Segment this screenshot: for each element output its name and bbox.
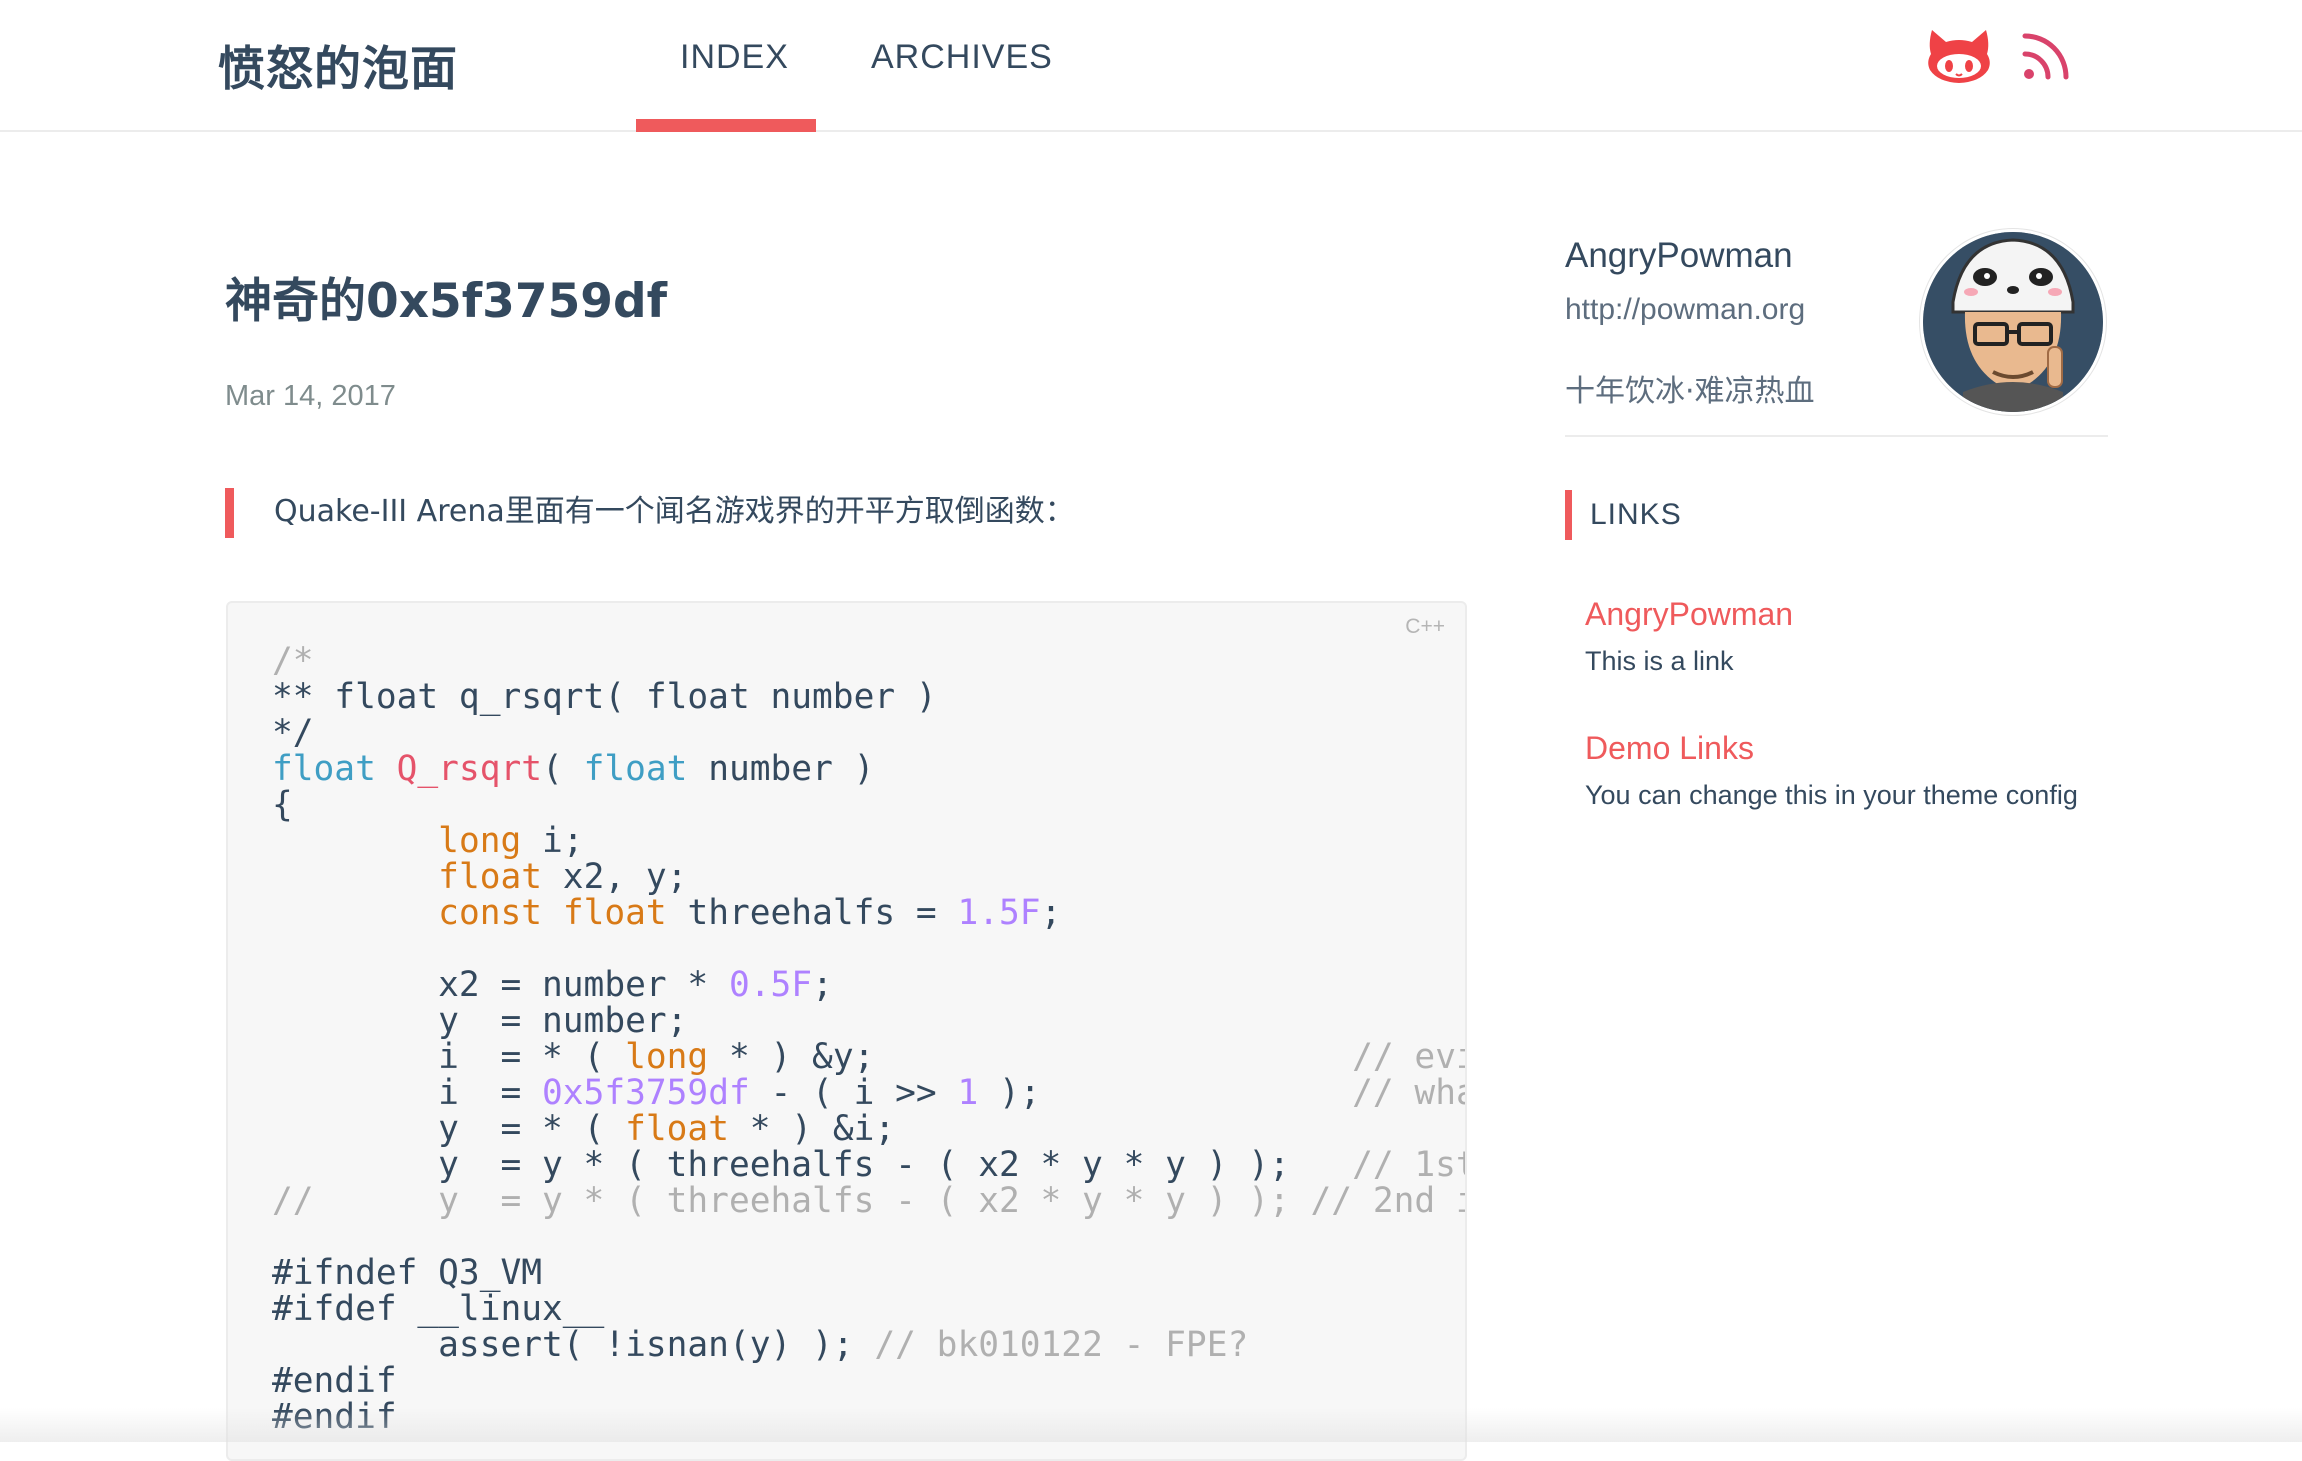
sidebar-divider <box>1565 435 2108 437</box>
avatar-image <box>1923 232 2103 412</box>
nav-index[interactable]: INDEX <box>680 38 789 77</box>
code-line: float <box>272 749 376 789</box>
nav-archives[interactable]: ARCHIVES <box>871 38 1053 77</box>
code-line: #endif <box>272 1361 397 1401</box>
post-quote-text: Quake-III Arena里面有一个闻名游戏界的开平方取倒函数： <box>274 494 1075 529</box>
links-heading: LINKS <box>1565 490 1682 540</box>
site-title[interactable]: 愤怒的泡面 <box>218 30 458 99</box>
avatar <box>1923 232 2103 412</box>
nav-active-indicator <box>636 119 816 132</box>
site-header: 愤怒的泡面 INDEX ARCHIVES <box>0 0 2302 132</box>
code-line: #ifndef Q3_VM <box>272 1253 543 1293</box>
code-language-label: C++ <box>1405 615 1445 638</box>
code-content: /* ** float q_rsqrt( float number ) */ f… <box>272 641 1467 1435</box>
code-line: #ifdef __linux__ <box>272 1289 605 1329</box>
code-line: // y = y * ( threehalfs - ( x2 * y * y )… <box>272 1181 1467 1221</box>
post-title[interactable]: 神奇的0x5f3759df <box>225 262 667 331</box>
author-name: AngryPowman <box>1565 236 1793 275</box>
link-title-demo-links[interactable]: Demo Links <box>1585 730 1754 767</box>
link-desc: You can change this in your theme config <box>1585 780 2078 810</box>
link-title-angrypowman[interactable]: AngryPowman <box>1585 596 1793 633</box>
github-icon[interactable] <box>1924 26 1994 86</box>
link-desc: This is a link <box>1585 646 1734 676</box>
code-block: C++ /* ** float q_rsqrt( float number ) … <box>226 601 1467 1461</box>
code-line: y = number; <box>272 1001 688 1041</box>
author-motto: 十年饮冰·难凉热血 <box>1565 374 1815 409</box>
post-date: Mar 14, 2017 <box>225 380 396 412</box>
code-line: ** float q_rsqrt( float number ) <box>272 677 937 717</box>
code-line: */ <box>272 713 314 753</box>
code-line: /* <box>272 641 314 681</box>
post-quote: Quake-III Arena里面有一个闻名游戏界的开平方取倒函数： <box>225 488 1075 538</box>
bottom-shadow <box>0 1408 2302 1442</box>
author-url-link[interactable]: http://powman.org <box>1565 293 1805 327</box>
code-line: { <box>272 785 293 825</box>
rss-icon[interactable] <box>2020 24 2076 84</box>
